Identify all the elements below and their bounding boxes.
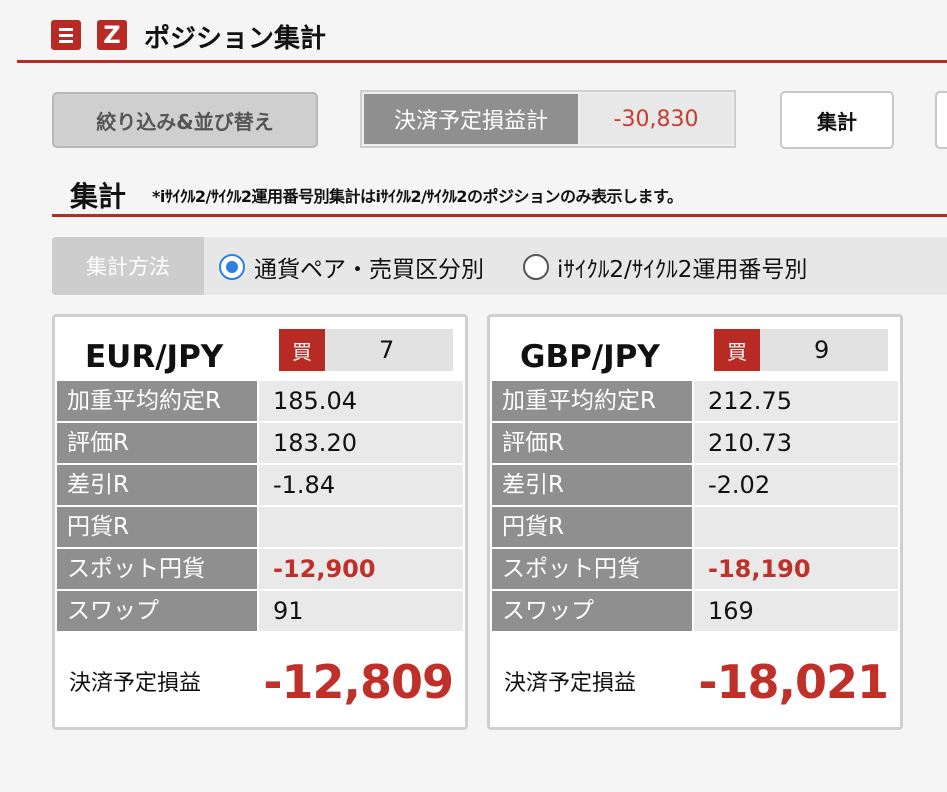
section-note: *iｻｲｸﾙ2/ｻｲｸﾙ2運用番号別集計はiｻｲｸﾙ2/ｻｲｸﾙ2のポジションの… bbox=[152, 187, 683, 206]
row-label: スワップ bbox=[57, 591, 257, 631]
row-label: スポット円貨 bbox=[57, 549, 257, 589]
pl-value: -12,809 bbox=[263, 655, 454, 709]
buy-badge: 買 bbox=[714, 329, 760, 371]
position-card-gbpjpy: GBP/JPY 買 9 加重平均約定R 212.75 評価R 210.73 差引R -… bbox=[487, 314, 903, 730]
row-label: 加重平均約定R bbox=[57, 381, 257, 421]
position-card-eurjpy: EUR/JPY 買 7 加重平均約定R 185.04 評価R 183.20 差引R -… bbox=[52, 314, 468, 730]
position-count: 9 bbox=[814, 336, 830, 364]
row-label: 円貨R bbox=[492, 507, 692, 547]
row-label: スワップ bbox=[492, 591, 692, 631]
table-row: 差引R -1.84 bbox=[57, 465, 463, 507]
row-label: 評価R bbox=[492, 423, 692, 463]
row-value bbox=[259, 507, 463, 547]
row-label: 差引R bbox=[57, 465, 257, 505]
table-row: スポット円貨 -12,900 bbox=[57, 549, 463, 591]
side-count-box: 買 7 bbox=[279, 329, 453, 371]
sum-button[interactable]: 集計 bbox=[780, 91, 894, 149]
row-value: 210.73 bbox=[694, 423, 898, 463]
table-row: 評価R 183.20 bbox=[57, 423, 463, 465]
z-logo-icon[interactable]: Z bbox=[97, 20, 127, 50]
aggregation-method-row: 集計方法 通貨ペア・売買区分別 iｻｲｸﾙ2/ｻｲｸﾙ2運用番号別 bbox=[52, 237, 947, 295]
pl-label: 決済予定損益 bbox=[69, 671, 202, 696]
filter-sort-button[interactable]: 絞り込み&並び替え bbox=[52, 92, 318, 148]
table-row: 円貨R bbox=[492, 507, 898, 549]
row-value: -12,900 bbox=[259, 549, 463, 589]
table-row: 加重平均約定R 212.75 bbox=[492, 381, 898, 423]
side-count-box: 買 9 bbox=[714, 329, 888, 371]
row-value: 169 bbox=[694, 591, 898, 631]
detail-table: 加重平均約定R 212.75 評価R 210.73 差引R -2.02 円貨R スポッ… bbox=[492, 381, 898, 633]
radio-operation-number[interactable] bbox=[523, 254, 549, 280]
row-value: 185.04 bbox=[259, 381, 463, 421]
row-value: -2.02 bbox=[694, 465, 898, 505]
table-row: 円貨R bbox=[57, 507, 463, 549]
settlement-total-box: 決済予定損益計 -30,830 bbox=[360, 90, 736, 148]
next-button-partial[interactable] bbox=[935, 91, 947, 149]
row-label: 評価R bbox=[57, 423, 257, 463]
app-header: Z ポジション集計 bbox=[0, 0, 947, 64]
row-value: -18,190 bbox=[694, 549, 898, 589]
radio-currency-pair-label[interactable]: 通貨ペア・売買区分別 bbox=[254, 250, 484, 284]
section-title: 集計 bbox=[70, 180, 127, 213]
detail-table: 加重平均約定R 185.04 評価R 183.20 差引R -1.84 円貨R スポッ… bbox=[57, 381, 463, 633]
table-row: 差引R -2.02 bbox=[492, 465, 898, 507]
row-label: 差引R bbox=[492, 465, 692, 505]
hamburger-menu-icon[interactable] bbox=[51, 20, 81, 50]
table-row: 加重平均約定R 185.04 bbox=[57, 381, 463, 423]
row-label: スポット円貨 bbox=[492, 549, 692, 589]
settlement-total-value: -30,830 bbox=[580, 94, 732, 144]
section-divider bbox=[52, 214, 947, 217]
buy-badge: 買 bbox=[279, 329, 325, 371]
table-row: スポット円貨 -18,190 bbox=[492, 549, 898, 591]
row-value bbox=[694, 507, 898, 547]
radio-currency-pair[interactable] bbox=[219, 254, 245, 280]
page-title: ポジション集計 bbox=[144, 24, 327, 54]
header-divider bbox=[17, 60, 947, 63]
row-value: -1.84 bbox=[259, 465, 463, 505]
table-row: スワップ 169 bbox=[492, 591, 898, 633]
row-value: 91 bbox=[259, 591, 463, 631]
row-label: 円貨R bbox=[57, 507, 257, 547]
pl-label: 決済予定損益 bbox=[504, 671, 637, 696]
aggregation-method-label: 集計方法 bbox=[52, 237, 204, 295]
row-label: 加重平均約定R bbox=[492, 381, 692, 421]
pl-value: -18,021 bbox=[698, 655, 889, 709]
settlement-total-label: 決済予定損益計 bbox=[364, 94, 578, 144]
currency-pair: GBP/JPY bbox=[520, 339, 660, 375]
table-row: 評価R 210.73 bbox=[492, 423, 898, 465]
currency-pair: EUR/JPY bbox=[85, 339, 224, 375]
row-value: 212.75 bbox=[694, 381, 898, 421]
table-row: スワップ 91 bbox=[57, 591, 463, 633]
row-value: 183.20 bbox=[259, 423, 463, 463]
position-count: 7 bbox=[379, 336, 395, 364]
radio-operation-number-label[interactable]: iｻｲｸﾙ2/ｻｲｸﾙ2運用番号別 bbox=[557, 250, 807, 284]
